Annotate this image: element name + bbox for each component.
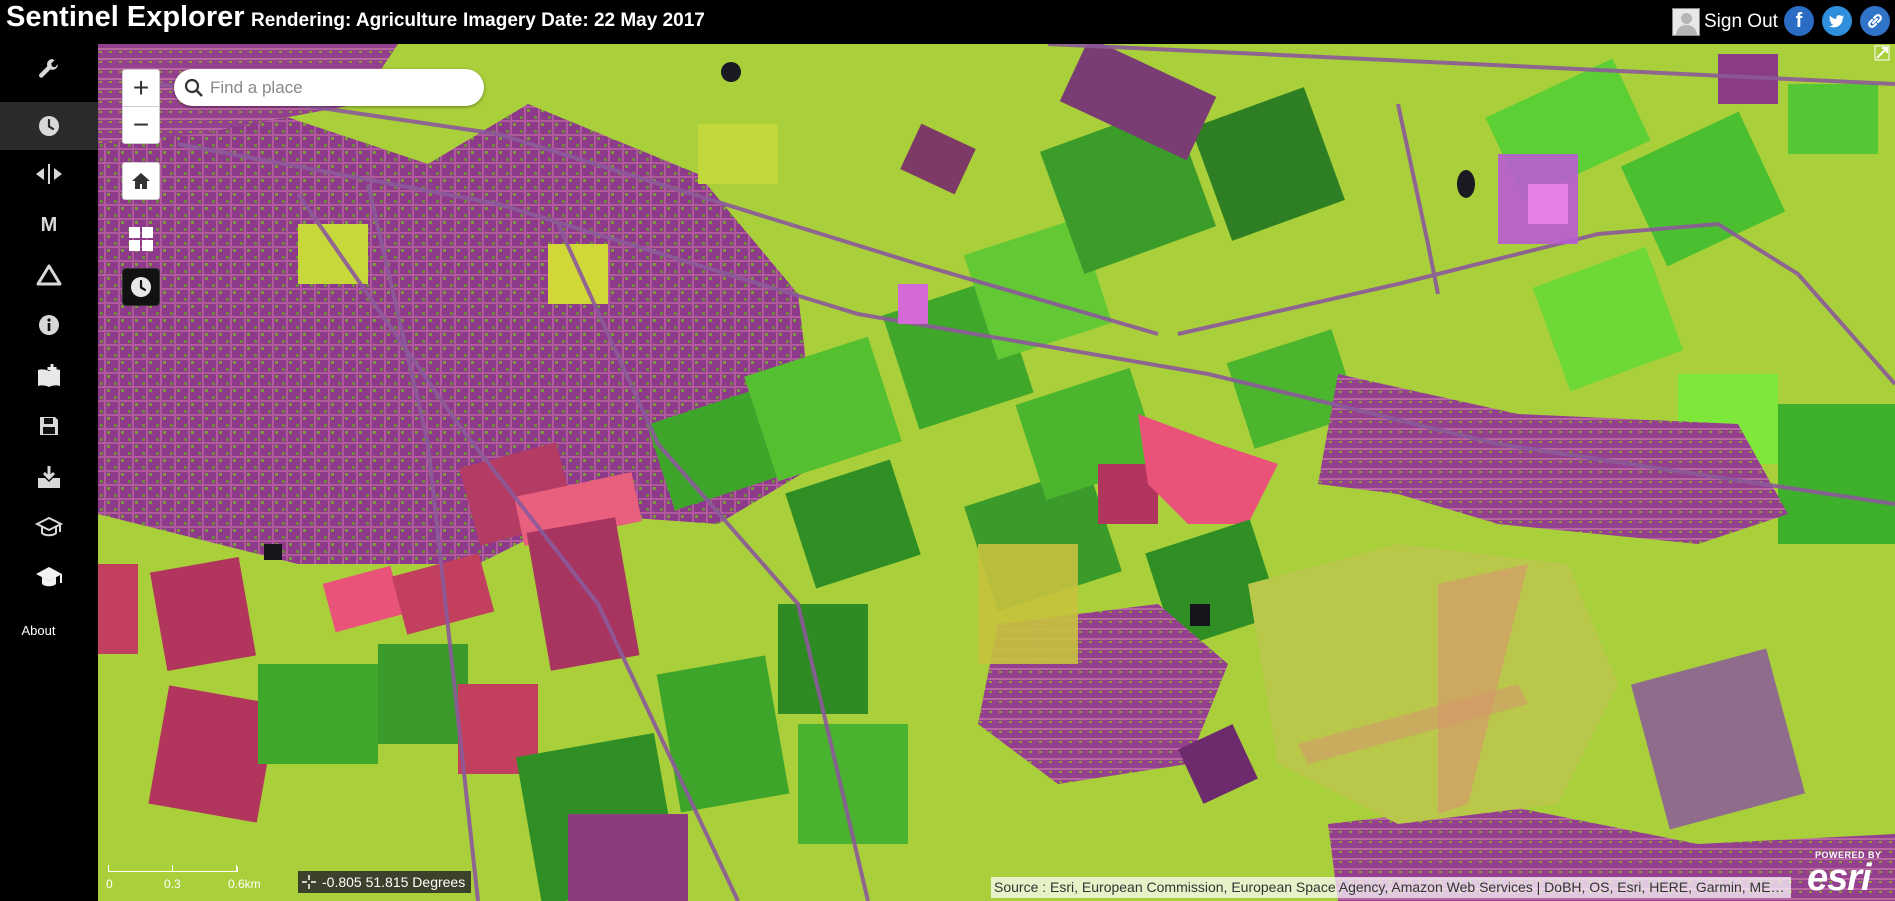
sidebar-item-time[interactable] [0, 102, 98, 150]
sidebar-item-education[interactable] [0, 552, 98, 602]
sidebar-item-swipe[interactable] [0, 149, 98, 199]
swipe-icon [36, 164, 62, 184]
basemap-button[interactable] [122, 220, 160, 258]
save-icon [40, 417, 58, 435]
sidebar-item-identify[interactable] [0, 250, 98, 300]
facebook-icon[interactable]: f [1784, 6, 1814, 36]
about-link[interactable]: About [0, 623, 77, 638]
sidebar-item-save[interactable] [0, 401, 98, 451]
sidebar-item-m[interactable]: M [0, 200, 98, 250]
sign-out-link[interactable]: Sign Out [1704, 11, 1778, 33]
app-title: Sentinel Explorer [6, 1, 245, 33]
home-button[interactable] [122, 162, 160, 200]
home-icon [132, 173, 150, 189]
coordinate-text: -0.805 51.815 Degrees [322, 874, 466, 890]
time-slider-button[interactable] [122, 268, 160, 306]
clock-icon [39, 116, 59, 136]
triangle-icon [36, 264, 62, 286]
download-icon [38, 466, 60, 488]
twitter-icon[interactable] [1822, 6, 1852, 36]
scale-label-0: 0 [106, 877, 113, 891]
scale-bar: 0 0.3 0.6km [106, 865, 268, 891]
info-icon [39, 315, 59, 335]
m-icon: M [40, 213, 58, 236]
scale-label-mid: 0.3 [164, 877, 181, 891]
rendering-label: Rendering: Agriculture [251, 10, 458, 31]
search-icon [184, 78, 203, 97]
tool-sidebar: M About [0, 44, 98, 901]
sidebar-item-education-outline[interactable] [0, 502, 98, 552]
link-icon[interactable] [1860, 6, 1890, 36]
user-avatar-icon[interactable] [1672, 8, 1700, 36]
search-input[interactable] [208, 74, 472, 102]
satellite-imagery [98, 44, 1895, 901]
map-view[interactable]: + − 0 0.3 0.6km -0.805 51.815 Degrees So… [98, 44, 1895, 901]
sidebar-item-download[interactable] [0, 452, 98, 502]
graduation-cap-outline-icon [34, 516, 64, 537]
esri-logo: POWERED BY esri [1807, 850, 1882, 899]
crosshair-icon [302, 875, 316, 889]
wrench-icon [39, 59, 59, 78]
grid-icon [129, 227, 153, 251]
bookmark-add-icon [38, 364, 60, 387]
attribution-text: Source : Esri, European Commission, Euro… [991, 877, 1791, 898]
zoom-in-button[interactable]: + [122, 69, 160, 107]
coordinate-readout: -0.805 51.815 Degrees [298, 871, 472, 893]
graduation-cap-icon [36, 567, 62, 587]
imagery-date-label: Imagery Date: 22 May 2017 [463, 10, 705, 31]
header-bar: Sentinel Explorer Rendering: Agriculture… [0, 0, 1895, 44]
zoom-out-button[interactable]: − [122, 106, 160, 144]
sidebar-item-info[interactable] [0, 300, 98, 350]
sidebar-item-bookmark[interactable] [0, 351, 98, 401]
clock-icon [131, 277, 151, 297]
sidebar-item-renderer[interactable] [0, 44, 98, 94]
expand-icon[interactable] [1873, 44, 1891, 62]
search-box [174, 69, 484, 106]
scale-label-end: 0.6km [228, 877, 261, 891]
